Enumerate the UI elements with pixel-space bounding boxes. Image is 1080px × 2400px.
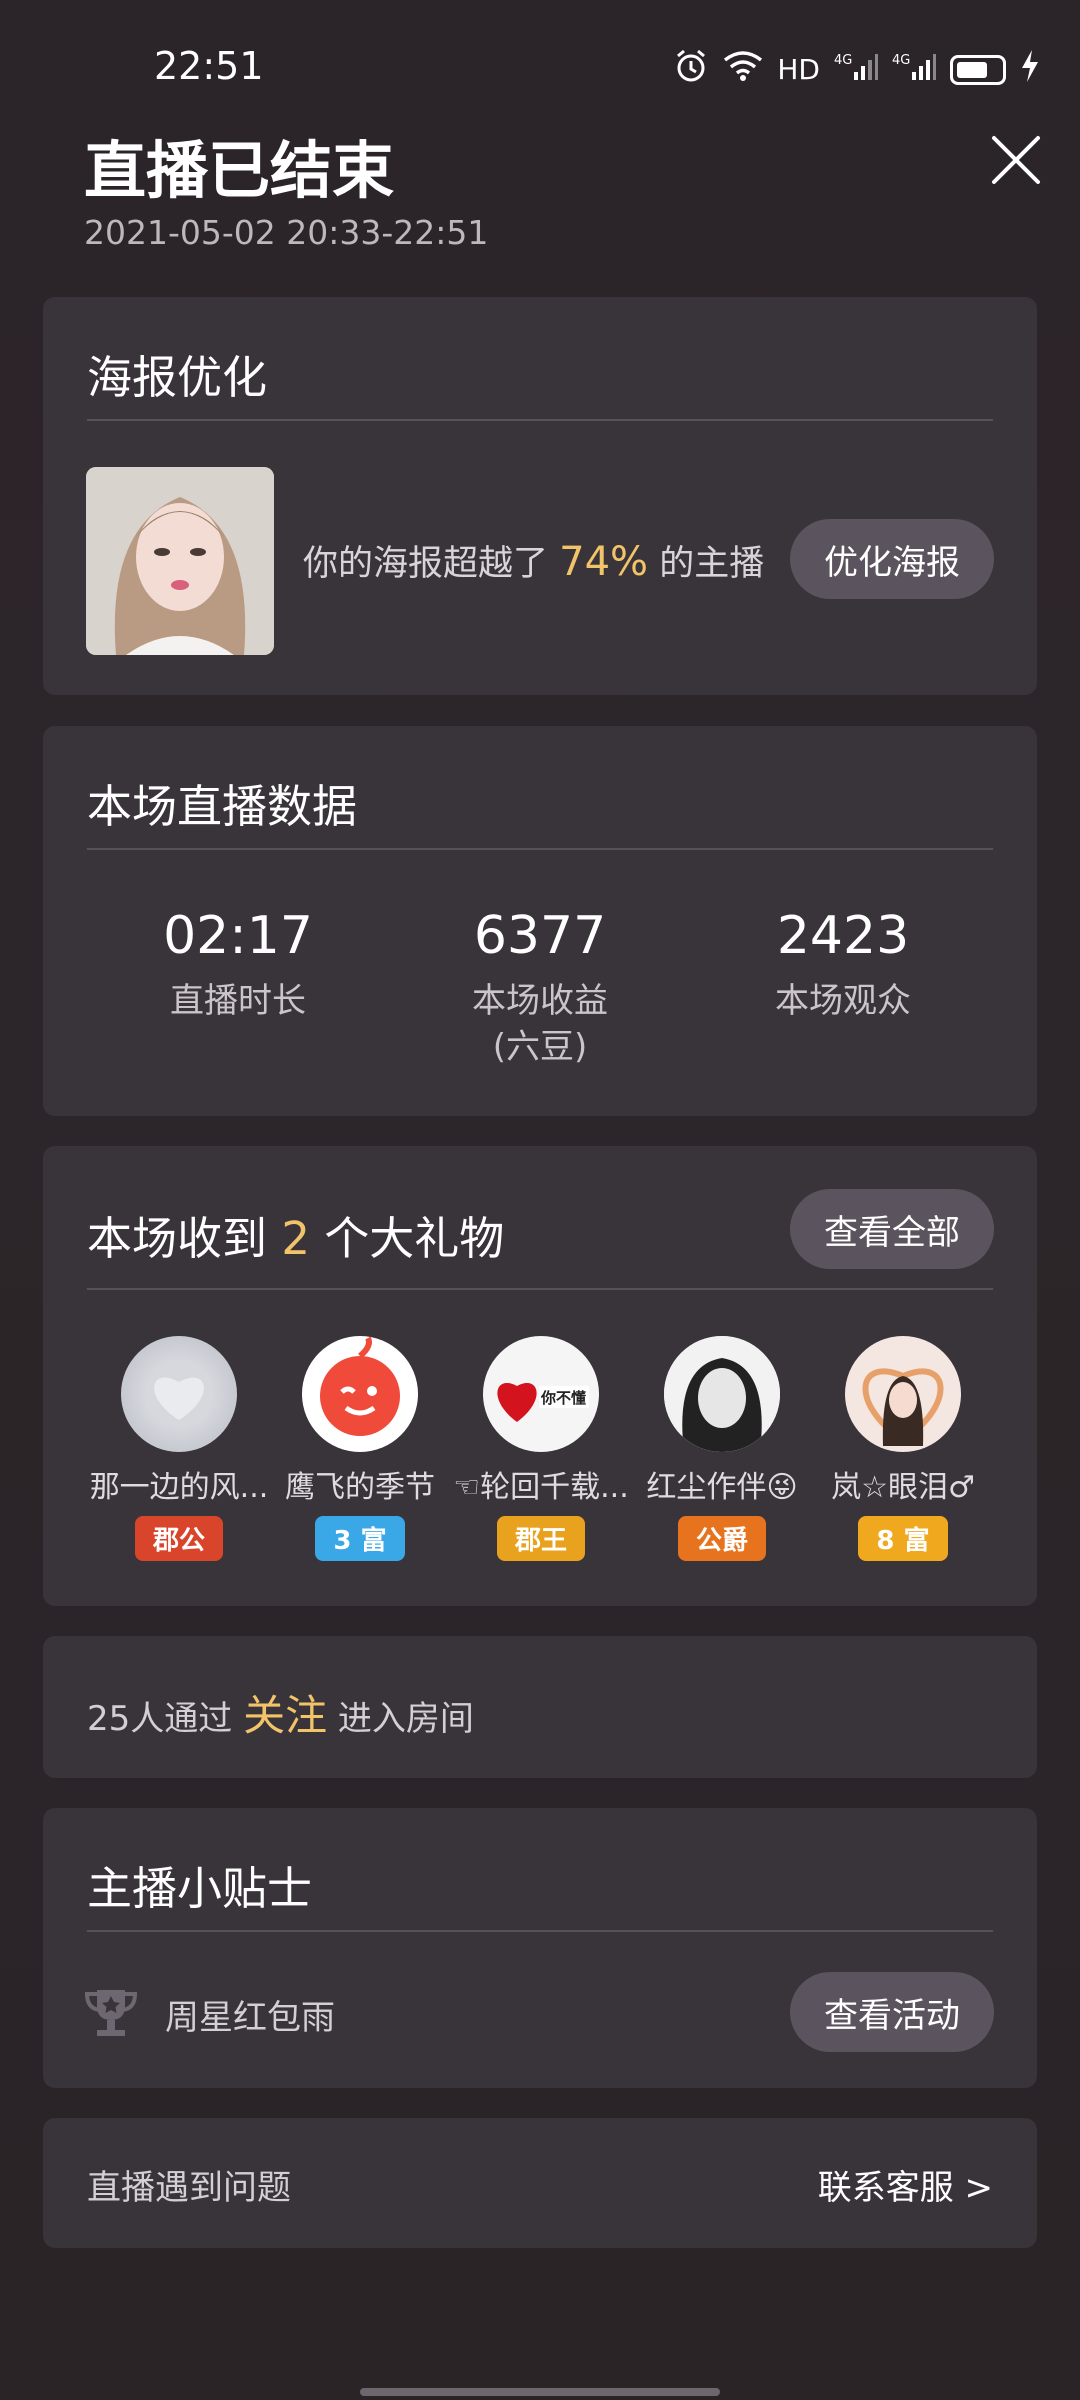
stat-value: 2423 — [776, 906, 910, 966]
live-stats-card: 本场直播数据 02:17 直播时长 6377 本场收益 (六豆) 2423 本场… — [43, 726, 1037, 1116]
poster-card-title: 海报优化 — [87, 351, 268, 404]
trophy-icon — [83, 1984, 139, 2040]
close-icon — [992, 136, 1040, 184]
stat-label-sub: (六豆) — [492, 1027, 588, 1067]
stat-label: 本场收益 (六豆) — [390, 978, 690, 1070]
avatar — [664, 1336, 780, 1452]
divider — [87, 1930, 993, 1932]
stat-label: 直播时长 — [170, 981, 306, 1021]
follow-suffix: 进入房间 — [337, 1699, 474, 1739]
poster-thumbnail[interactable] — [86, 467, 274, 655]
stat-value: 6377 — [473, 906, 607, 966]
stat-value: 02:17 — [163, 906, 313, 966]
svg-text:4G: 4G — [834, 53, 852, 68]
big-gifts-card: 本场收到 2 个大礼物 查看全部 那一边的风... 郡公 鹰飞的季节 3 富 你… — [43, 1146, 1037, 1606]
big-gifts-title: 本场收到 2 个大礼物 — [87, 1202, 504, 1267]
follow-text: 25人通过 关注 进入房间 — [87, 1682, 474, 1743]
gift-title-prefix: 本场收到 — [87, 1212, 268, 1265]
wifi-icon — [723, 50, 763, 89]
poster-rank-text: 你的海报超越了 74% 的主播 — [303, 535, 764, 586]
live-stats-title: 本场直播数据 — [87, 780, 358, 833]
avatar — [302, 1336, 418, 1452]
giver-name: ☜轮回千载... — [453, 1470, 629, 1505]
avatar — [845, 1336, 961, 1452]
follow-highlight: 关注 — [243, 1691, 328, 1740]
alarm-icon — [673, 48, 709, 91]
gift-giver-item[interactable]: 你不懂 ☜轮回千载... 郡王 — [451, 1336, 631, 1561]
signal-icon-2: 4G — [892, 50, 936, 89]
status-icons: HD 4G 4G — [673, 48, 1040, 91]
giver-name: 岚☆眼泪♂ — [831, 1470, 975, 1505]
gift-giver-item[interactable]: 鹰飞的季节 3 富 — [270, 1336, 450, 1561]
giver-name: 那一边的风... — [89, 1470, 269, 1505]
gift-count: 2 — [281, 1212, 310, 1265]
signal-icon-1: 4G — [834, 50, 878, 89]
live-datetime: 2021-05-02 20:33-22:51 — [84, 213, 489, 252]
noble-badge: 郡王 — [496, 1516, 585, 1561]
poster-text-prefix: 你的海报超越了 — [303, 544, 549, 584]
status-time: 22:51 — [154, 44, 264, 88]
charging-icon — [1020, 50, 1040, 89]
hd-label: HD — [777, 53, 820, 86]
stat-label-main: 本场收益 — [472, 981, 608, 1021]
gift-giver-item[interactable]: 红尘作伴😜 公爵 — [632, 1336, 812, 1561]
stat-duration: 02:17 直播时长 — [88, 906, 388, 1024]
optimize-poster-button[interactable]: 优化海报 — [790, 519, 994, 599]
poster-card: 海报优化 你的海报超越了 74% 的主播 优化海报 — [43, 297, 1037, 695]
poster-image — [86, 467, 274, 655]
giver-name: 鹰飞的季节 — [285, 1470, 435, 1505]
avatar: 你不懂 — [483, 1336, 599, 1452]
close-button[interactable] — [986, 130, 1046, 190]
stat-label: 本场观众 — [775, 981, 911, 1021]
tip-item-label: 周星红包雨 — [165, 1998, 335, 2038]
wealth-badge: 3 富 — [315, 1516, 405, 1561]
stat-viewers: 2423 本场观众 — [693, 906, 993, 1024]
noble-badge: 郡公 — [134, 1516, 223, 1561]
battery-icon — [950, 54, 1006, 85]
status-bar: 22:51 HD 4G 4G — [0, 0, 1080, 135]
poster-percent: 74% — [559, 539, 649, 585]
divider — [87, 848, 993, 850]
avatar — [121, 1336, 237, 1452]
tips-card: 主播小贴士 周星红包雨 查看活动 — [43, 1808, 1037, 2088]
gift-giver-item[interactable]: 岚☆眼泪♂ 8 富 — [813, 1336, 993, 1561]
home-indicator[interactable] — [360, 2388, 720, 2396]
problem-label: 直播遇到问题 — [87, 2168, 291, 2208]
noble-badge: 公爵 — [677, 1516, 766, 1561]
giver-name: 红尘作伴😜 — [646, 1470, 798, 1505]
view-all-button[interactable]: 查看全部 — [790, 1189, 994, 1269]
follow-card: 25人通过 关注 进入房间 — [43, 1636, 1037, 1778]
wealth-badge: 8 富 — [858, 1516, 948, 1561]
view-activity-button[interactable]: 查看活动 — [790, 1972, 994, 2052]
poster-text-suffix: 的主播 — [659, 544, 765, 584]
svg-text:你不懂: 你不懂 — [540, 1389, 586, 1407]
problem-card: 直播遇到问题 联系客服 > — [43, 2118, 1037, 2248]
gift-giver-item[interactable]: 那一边的风... 郡公 — [89, 1336, 269, 1561]
tips-title: 主播小贴士 — [87, 1862, 313, 1915]
gift-title-suffix: 个大礼物 — [324, 1212, 505, 1265]
divider — [87, 1288, 993, 1290]
follow-prefix: 25人通过 — [87, 1699, 233, 1739]
divider — [87, 419, 993, 421]
page-title: 直播已结束 — [84, 134, 395, 207]
svg-text:4G: 4G — [892, 53, 910, 68]
contact-support-link[interactable]: 联系客服 > — [818, 2160, 993, 2209]
stat-income: 6377 本场收益 (六豆) — [390, 906, 690, 1070]
